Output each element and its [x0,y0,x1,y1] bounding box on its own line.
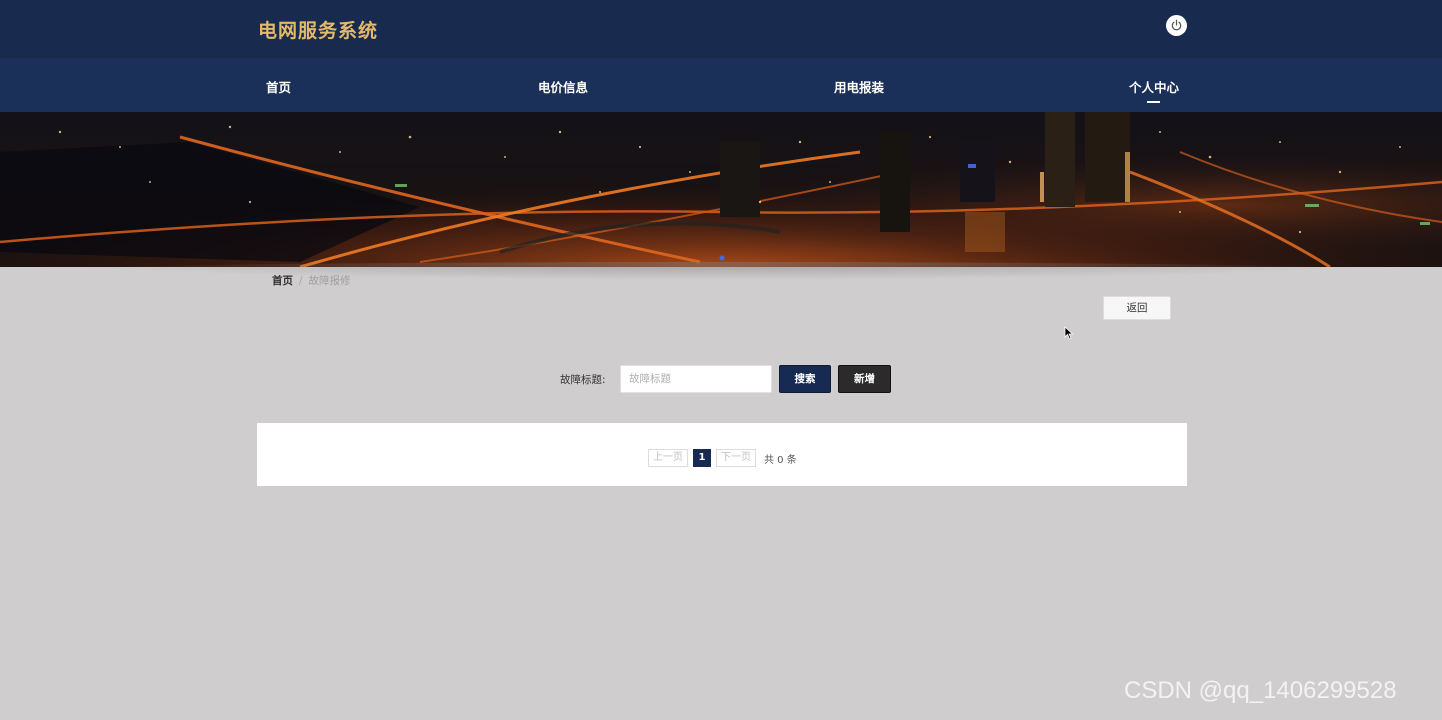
total-count: 共 0 条 [764,455,797,466]
nav-item-home[interactable]: 首页 [266,77,291,96]
watermark-text: CSDN @qq_1406299528 [1124,677,1397,704]
search-button[interactable]: 搜索 [779,365,831,393]
carousel-dot [719,255,725,261]
mouse-cursor-icon [1064,326,1074,340]
prev-page-button[interactable]: 上一页 [648,449,688,467]
breadcrumb: 首页 / 故障报修 [272,273,351,288]
results-panel: 上一页 1 下一页 共 0 条 [257,423,1187,486]
nav-item-personal-center[interactable]: 个人中心 [1129,77,1179,96]
nav-item-electricity-install[interactable]: 用电报装 [834,77,884,96]
current-page-button[interactable]: 1 [693,449,711,467]
back-button[interactable]: 返回 [1103,296,1171,320]
brand-title: 电网服务系统 [258,20,379,42]
power-icon [1171,19,1182,31]
top-header: 电网服务系统 [0,0,1442,58]
banner-carousel[interactable] [0,112,1442,267]
search-label: 故障标题: [560,374,606,386]
add-button[interactable]: 新增 [838,365,891,393]
city-night-banner-image [0,112,1442,267]
breadcrumb-separator: / [299,275,303,287]
breadcrumb-current: 故障报修 [308,275,351,287]
breadcrumb-home[interactable]: 首页 [272,275,293,287]
search-input[interactable] [620,365,772,393]
next-page-button[interactable]: 下一页 [716,449,756,467]
active-nav-indicator [1147,101,1160,103]
logout-button[interactable] [1166,15,1187,36]
banner-shadow [40,262,1402,280]
nav-item-electricity-price[interactable]: 电价信息 [538,77,588,96]
main-nav: 首页 电价信息 用电报装 个人中心 [0,58,1442,112]
